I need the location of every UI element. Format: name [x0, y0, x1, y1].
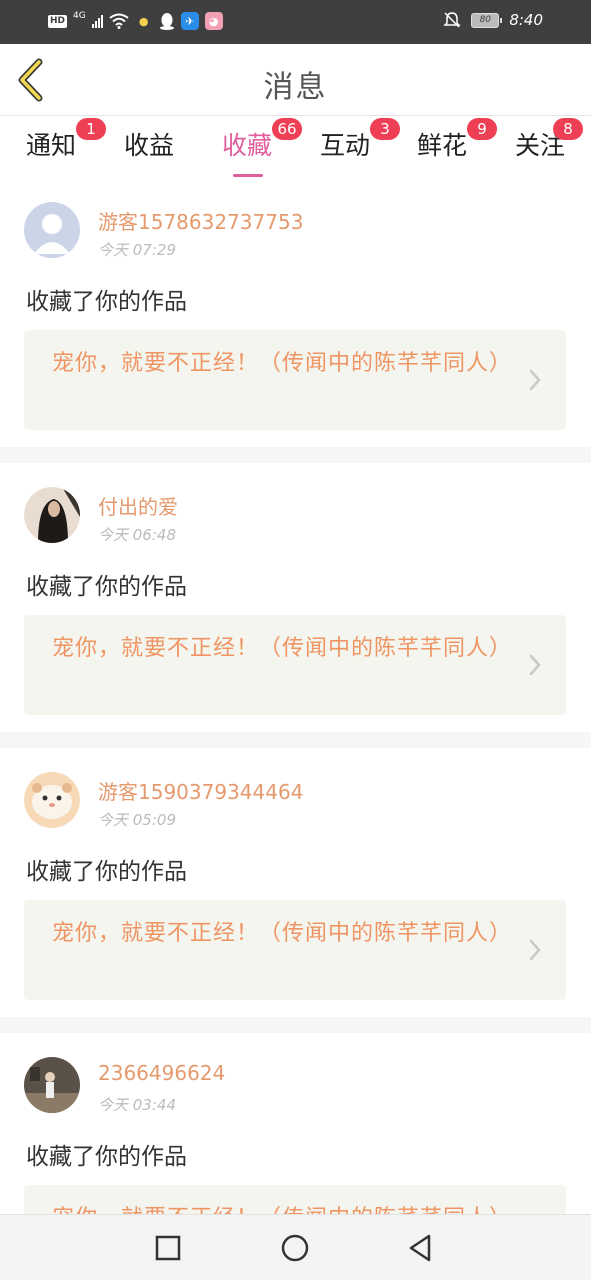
status-bar: HD 4G ● ✈ ◕ 80 8:40 [0, 0, 591, 44]
unread-badge: 8 [553, 118, 583, 140]
unread-badge: 3 [370, 118, 400, 140]
system-nav-bar [0, 1214, 591, 1280]
timestamp: 今天 05:09 [98, 811, 176, 829]
clock: 8:40 [509, 11, 543, 29]
divider [0, 1017, 591, 1033]
unread-badge: 66 [272, 118, 302, 140]
work-card[interactable]: 宠你，就要不正经！（传闻中的陈芊芊同人） [24, 615, 566, 715]
battery-icon: 80 [471, 12, 503, 28]
unread-badge: 1 [76, 118, 106, 140]
tab-label: 收藏 [221, 131, 272, 160]
list-item: 游客1578632737753 今天 07:29 收藏了你的作品 宠你，就要不正… [0, 178, 591, 447]
hd-badge: HD [48, 14, 68, 28]
timestamp: 今天 07:29 [98, 241, 176, 259]
back-triangle-icon[interactable] [404, 1232, 436, 1264]
home-icon[interactable] [279, 1232, 311, 1264]
tab-interactions[interactable]: 互动 3 [310, 118, 400, 162]
tab-notifications[interactable]: 通知 1 [16, 118, 106, 162]
timestamp: 今天 03:44 [98, 1096, 176, 1114]
app-icon: ◕ [204, 12, 223, 30]
username[interactable]: 游客1590379344464 [98, 776, 303, 805]
work-card[interactable]: 宠你，就要不正经！（传闻中的陈芊芊同人） [24, 330, 566, 430]
message-list: 游客1578632737753 今天 07:29 收藏了你的作品 宠你，就要不正… [0, 178, 591, 1280]
avatar[interactable] [24, 772, 80, 828]
chevron-right-icon [529, 939, 541, 961]
chevron-right-icon [529, 369, 541, 391]
status-right: 80 8:40 [443, 11, 543, 29]
timestamp: 今天 06:48 [98, 526, 176, 544]
tab-label: 收益 [123, 131, 174, 160]
mute-bell-icon [443, 12, 462, 28]
tab-label: 通知 [25, 131, 76, 160]
work-title: 宠你，就要不正经！（传闻中的陈芊芊同人） [52, 351, 513, 376]
chevron-right-icon [529, 654, 541, 676]
action-text: 收藏了你的作品 [26, 859, 187, 885]
tab-label: 鲜花 [416, 131, 467, 160]
tab-flowers[interactable]: 鲜花 9 [407, 118, 497, 162]
username[interactable]: 2366496624 [98, 1061, 225, 1085]
work-title: 宠你，就要不正经！（传闻中的陈芊芊同人） [52, 921, 513, 946]
page-title: 消息 [263, 70, 328, 105]
signal-icon [91, 14, 103, 28]
status-left: HD 4G ● ✈ ◕ [48, 11, 223, 30]
active-tab-indicator [233, 174, 263, 177]
work-card[interactable]: 宠你，就要不正经！（传闻中的陈芊芊同人） [24, 900, 566, 1000]
header: 消息 [0, 44, 591, 116]
tab-follows[interactable]: 关注 8 [505, 118, 583, 162]
username[interactable]: 付出的爱 [98, 491, 178, 520]
wifi-icon [109, 13, 129, 29]
app-icon: ● [138, 14, 149, 28]
avatar[interactable] [24, 1057, 80, 1113]
tab-earnings[interactable]: 收益 [114, 126, 184, 162]
divider [0, 732, 591, 748]
network-type: 4G [73, 11, 86, 21]
avatar[interactable] [24, 487, 80, 543]
username[interactable]: 游客1578632737753 [98, 206, 303, 235]
app-icon: ✈ [180, 12, 199, 30]
unread-badge: 9 [467, 118, 497, 140]
divider [0, 447, 591, 463]
action-text: 收藏了你的作品 [26, 574, 187, 600]
list-item: 付出的爱 今天 06:48 收藏了你的作品 宠你，就要不正经！（传闻中的陈芊芊同… [0, 463, 591, 732]
list-item: 游客1590379344464 今天 05:09 收藏了你的作品 宠你，就要不正… [0, 748, 591, 1017]
avatar[interactable] [24, 202, 80, 258]
action-text: 收藏了你的作品 [26, 1144, 187, 1170]
action-text: 收藏了你的作品 [26, 289, 187, 315]
work-title: 宠你，就要不正经！（传闻中的陈芊芊同人） [52, 636, 513, 661]
qq-icon [159, 13, 174, 30]
tab-favorites[interactable]: 收藏 66 [212, 118, 302, 177]
tab-label: 互动 [319, 131, 370, 160]
tab-bar: 通知 1 收益 收藏 66 互动 3 鲜花 9 关注 8 [0, 116, 591, 177]
recent-apps-icon[interactable] [152, 1232, 184, 1264]
